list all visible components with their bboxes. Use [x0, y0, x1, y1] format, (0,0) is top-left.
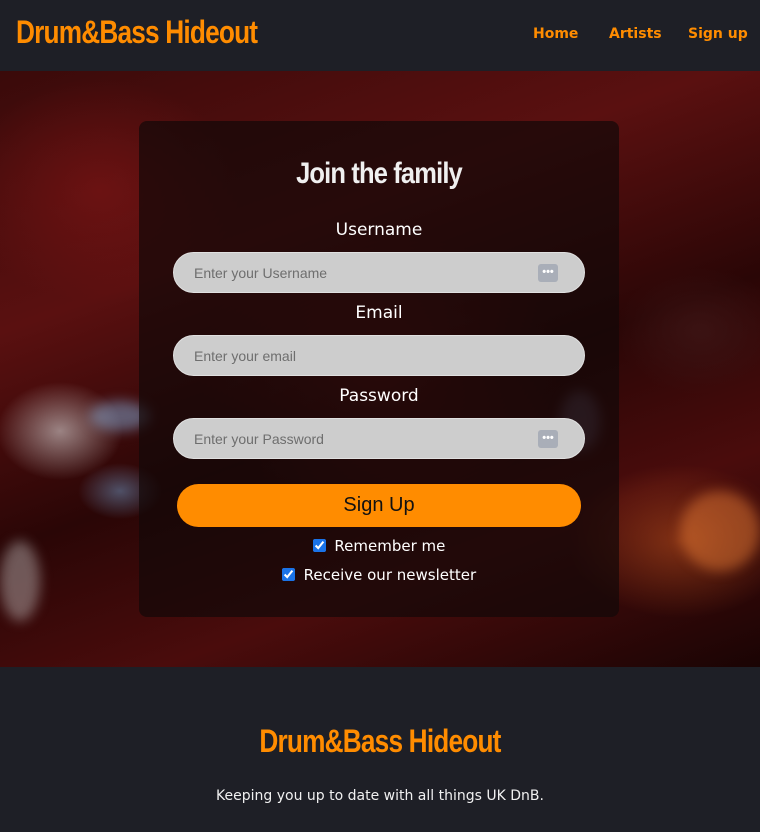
footer-logo: Drum&Bass Hideout — [259, 723, 501, 759]
remember-me-row: Remember me — [139, 537, 619, 555]
username-field-wrapper: ••• — [173, 252, 585, 293]
newsletter-label[interactable]: Receive our newsletter — [304, 566, 477, 584]
form-title: Join the family — [296, 157, 463, 190]
nav-link-sign-up[interactable]: Sign up — [688, 26, 748, 42]
remember-me-checkbox[interactable] — [312, 539, 326, 552]
password-input[interactable] — [174, 419, 584, 458]
password-manager-icon[interactable]: ••• — [538, 430, 558, 448]
signup-card: Join the family Username ••• Email Passw… — [139, 121, 619, 617]
password-label: Password — [339, 386, 419, 406]
password-manager-icon[interactable]: ••• — [538, 264, 558, 282]
email-input[interactable] — [174, 336, 584, 375]
username-label: Username — [335, 220, 423, 240]
nav-link-home[interactable]: Home — [533, 26, 578, 42]
site-logo[interactable]: Drum&Bass Hideout — [16, 14, 258, 51]
nav-link-artists[interactable]: Artists — [609, 26, 662, 42]
background-light — [680, 491, 760, 571]
background-light — [0, 541, 40, 621]
newsletter-row: Receive our newsletter — [139, 566, 619, 584]
footer: Drum&Bass Hideout Keeping you up to date… — [0, 667, 760, 832]
email-label: Email — [355, 303, 403, 323]
password-field-wrapper: ••• — [173, 418, 585, 459]
username-input[interactable] — [174, 253, 584, 292]
hero-background: Join the family Username ••• Email Passw… — [0, 71, 760, 667]
footer-tagline: Keeping you up to date with all things U… — [216, 788, 544, 804]
email-field-wrapper — [173, 335, 585, 376]
newsletter-checkbox[interactable] — [281, 568, 295, 581]
navbar: Drum&Bass Hideout Home Artists Sign up — [0, 0, 760, 71]
sign-up-button[interactable]: Sign Up — [177, 484, 581, 527]
remember-me-label[interactable]: Remember me — [334, 537, 445, 555]
